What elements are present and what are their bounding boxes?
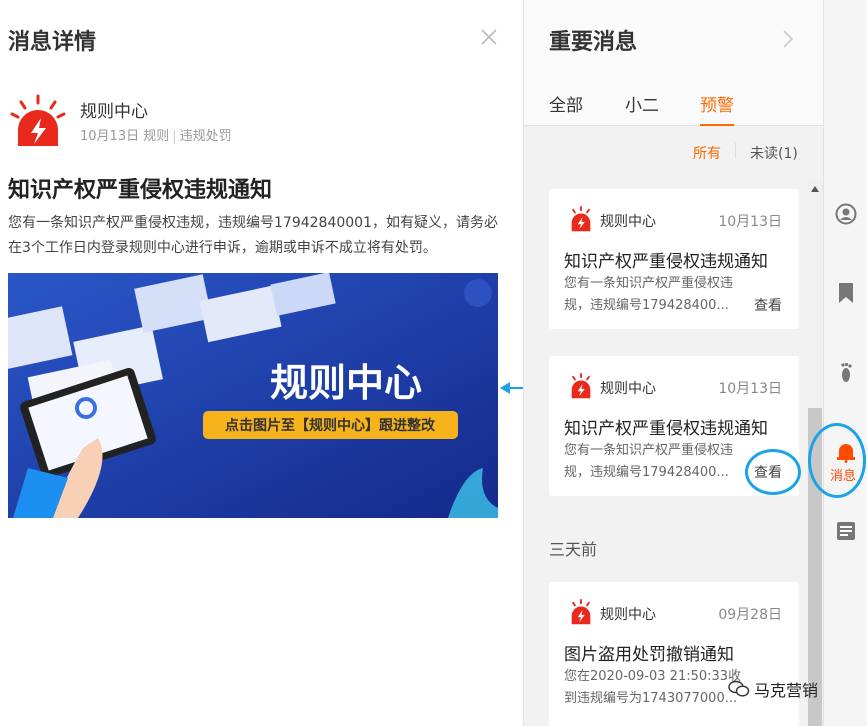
important-messages-panel: 重要消息 全部 小二 预警 所有 未读(1) 规则中心 10月13日 知识产权严… (523, 0, 824, 726)
card-date: 09月28日 (718, 607, 782, 623)
card-preview: 您有一条知识产权严重侵权违规，违规编号179428400... (564, 443, 734, 480)
user-circle-icon[interactable] (835, 203, 857, 225)
siren-logo-icon (571, 599, 591, 625)
card-date: 10月13日 (718, 214, 782, 230)
scrollbar[interactable] (807, 180, 823, 726)
close-icon[interactable] (478, 26, 500, 48)
message-subcategory: 违规处罚 (179, 129, 232, 144)
message-card[interactable]: 规则中心 10月13日 知识产权严重侵权违规通知 您有一条知识产权严重侵权违规，… (549, 356, 799, 496)
filter-divider (735, 143, 736, 159)
message-headline: 知识产权严重侵权违规通知 (8, 178, 273, 203)
banner-subtitle: 点击图片至【规则中心】跟进整改 (225, 417, 436, 434)
siren-logo-icon (571, 206, 591, 232)
message-date: 10月13日 (80, 129, 140, 144)
view-button[interactable]: 查看 (754, 462, 782, 482)
card-date: 10月13日 (718, 381, 782, 397)
wechat-icon (728, 680, 750, 697)
card-sender: 规则中心 (600, 607, 656, 623)
banner-illustration: 规则中心 点击图片至【规则中心】跟进整改 (8, 273, 498, 518)
chevron-right-icon[interactable] (780, 28, 796, 50)
rule-center-banner[interactable]: 规则中心 点击图片至【规则中心】跟进整改 (8, 273, 498, 518)
sender-meta: 10月13日 规则 | 违规处罚 (80, 129, 232, 144)
active-tab-indicator (700, 124, 734, 126)
message-card[interactable]: 规则中心 10月13日 知识产权严重侵权违规通知 您有一条知识产权严重侵权违规，… (549, 189, 799, 329)
card-sender: 规则中心 (600, 381, 656, 397)
watermark-text: 马克营销 (754, 681, 819, 700)
scroll-up-arrow-icon[interactable] (811, 186, 819, 192)
banner-title: 规则中心 (270, 361, 422, 405)
tab-xiaoer[interactable]: 小二 (625, 91, 659, 116)
siren-logo-icon (10, 94, 66, 146)
panel-header: 重要消息 全部 小二 预警 (524, 0, 824, 126)
panel-title: 重要消息 (549, 30, 638, 55)
right-sidebar: 消息 (808, 0, 867, 726)
sender-name: 规则中心 (80, 102, 148, 122)
card-preview: 您有一条知识产权严重侵权违规，违规编号179428400... (564, 276, 734, 313)
sidebar-label-messages[interactable]: 消息 (830, 465, 856, 484)
document-icon[interactable] (835, 520, 857, 542)
detail-title: 消息详情 (8, 30, 97, 55)
message-category: 规则 (143, 129, 170, 144)
card-title: 知识产权严重侵权违规通知 (564, 419, 768, 439)
message-body: 您有一条知识产权严重侵权违规，违规编号17942840001，如有疑义，请务必在… (8, 215, 498, 256)
siren-logo-icon (571, 373, 591, 399)
card-title: 图片盗用处罚撤销通知 (564, 645, 734, 665)
card-preview: 您在2020-09-03 21:50:33收到违规编号为1743077000..… (564, 669, 742, 706)
message-detail-pane: 消息详情 规则中心 10月13日 规则 | 违规处罚 知识产权严重侵权违规通知 您有… (0, 0, 536, 726)
filter-all[interactable]: 所有 (693, 143, 721, 163)
message-card[interactable]: 规则中心 09月28日 图片盗用处罚撤销通知 您在2020-09-03 21:5… (549, 582, 799, 726)
footprint-icon[interactable] (835, 362, 857, 384)
section-label: 三天前 (549, 540, 598, 559)
card-title: 知识产权严重侵权违规通知 (564, 252, 768, 272)
bookmark-icon[interactable] (835, 282, 857, 304)
watermark: 马克营销 (728, 677, 818, 701)
filter-unread[interactable]: 未读(1) (750, 143, 798, 163)
tab-warning[interactable]: 预警 (700, 91, 734, 116)
card-sender: 规则中心 (600, 214, 656, 230)
bell-icon[interactable] (835, 441, 857, 463)
tab-all[interactable]: 全部 (549, 91, 583, 116)
view-button[interactable]: 查看 (754, 295, 782, 315)
message-window: 消息详情 规则中心 10月13日 规则 | 违规处罚 知识产权严重侵权违规通知 您有… (0, 0, 867, 726)
